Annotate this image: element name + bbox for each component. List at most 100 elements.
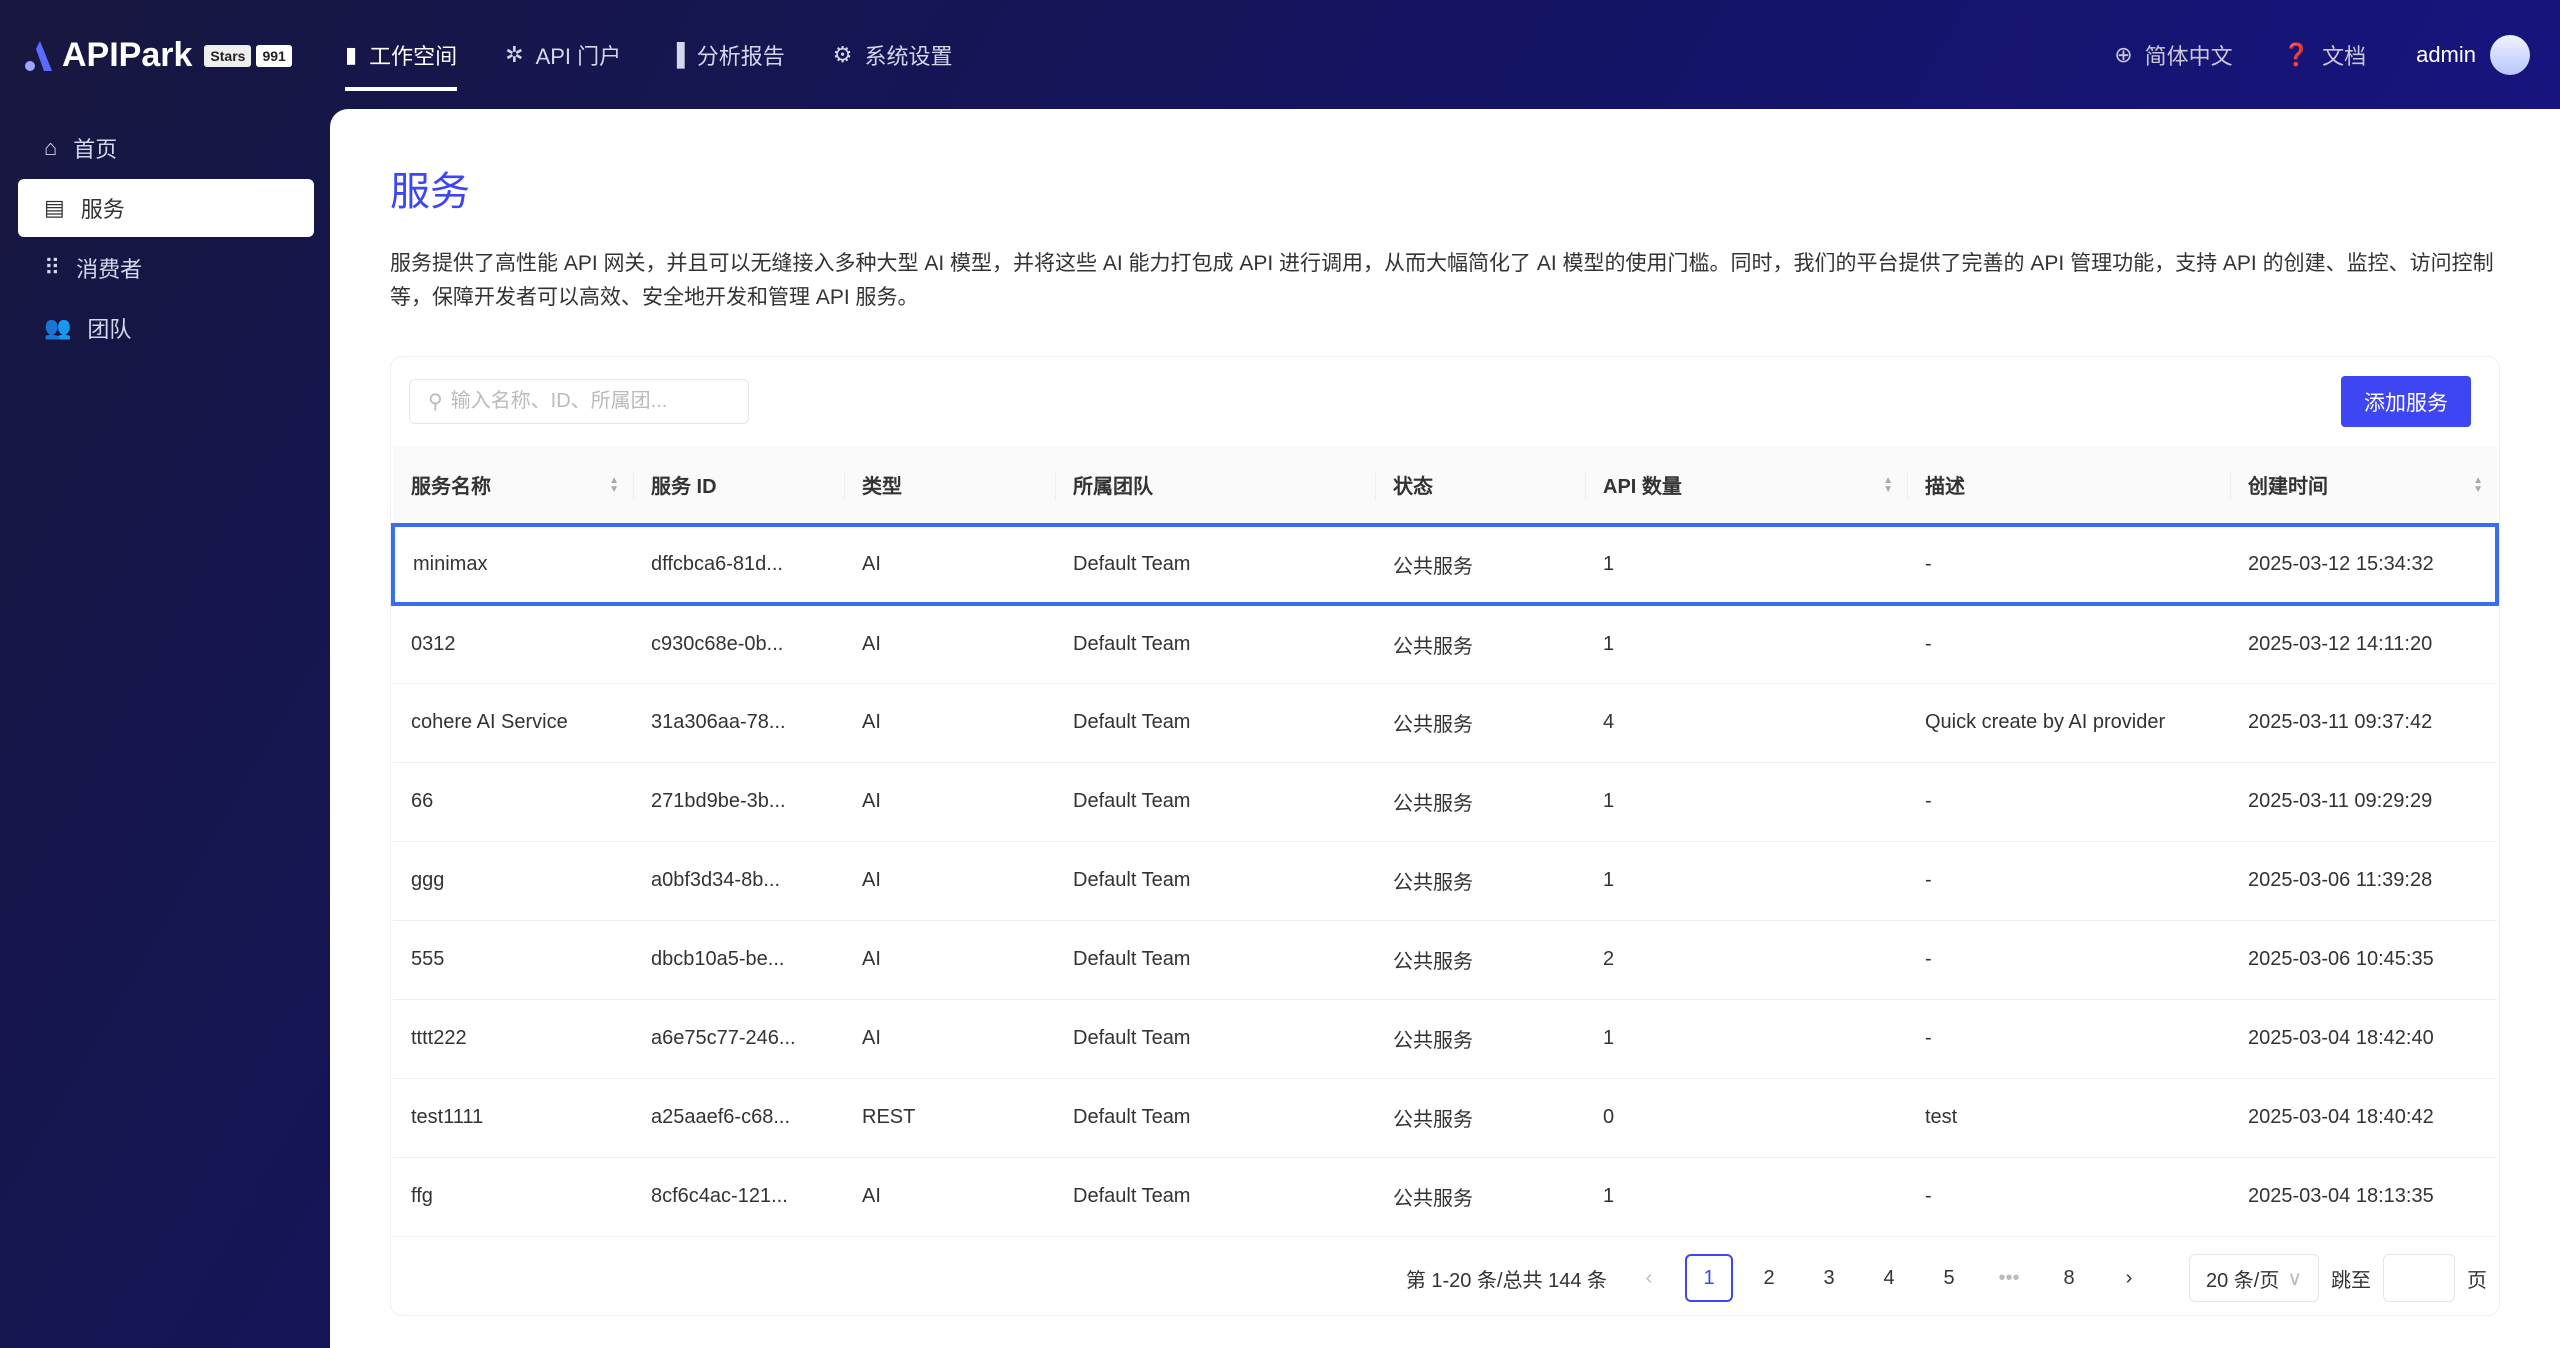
nav-workspace[interactable]: ▮ 工作空间 [345, 0, 458, 109]
add-service-button[interactable]: 添加服务 [2341, 376, 2471, 427]
table-cell: dffcbca6-81d... [633, 523, 844, 606]
table-cell: 公共服务 [1375, 1078, 1585, 1158]
table-cell: tttt222 [393, 999, 633, 1079]
table-row[interactable]: cohere AI Service 31a306aa-78... AI Default… [393, 683, 2497, 763]
table-cell: AI [844, 604, 1055, 684]
table-cell: 公共服务 [1375, 683, 1585, 763]
sort-icon[interactable]: ▲ ▼ [2473, 476, 2483, 495]
table-cell: 66 [393, 762, 633, 842]
table-cell: Default Team [1055, 683, 1375, 763]
sidebar-item-teams[interactable]: 👥 团队 [18, 299, 314, 357]
chart-icon: ▐ [669, 41, 685, 67]
table-cell: 1 [1585, 523, 1907, 606]
globe-icon: ⊕ [2114, 41, 2133, 67]
page-button[interactable]: 2 [1745, 1254, 1793, 1302]
nav-api-portal[interactable]: ✲ API 门户 [505, 0, 621, 109]
sidebar-item-consumers[interactable]: ⠿ 消费者 [18, 239, 314, 297]
table-row[interactable]: ggg a0bf3d34-8b... AI Default Team 公共服务 1-202… [393, 841, 2497, 921]
table-cell: 2025-03-12 14:11:20 [2230, 604, 2497, 684]
table-cell: 1 [1585, 999, 1907, 1079]
table-cell: 公共服务 [1375, 604, 1585, 684]
table-row[interactable]: test1111 a25aaef6-c68... REST Default Team 公… [393, 1078, 2497, 1158]
service-icon: ▤ [44, 195, 65, 220]
nav-label: 分析报告 [696, 43, 785, 69]
nav-settings[interactable]: ⚙ 系统设置 [833, 0, 953, 109]
nav-analytics[interactable]: ▐ 分析报告 [669, 0, 785, 109]
more-pages-icon[interactable]: ••• [1985, 1254, 2033, 1302]
pagination-summary: 第 1-20 条/总共 144 条 [1405, 1269, 1607, 1292]
table-cell: dbcb10a5-be... [633, 920, 844, 1000]
github-stars-badge[interactable]: Stars 991 [204, 44, 292, 67]
search-box[interactable]: ⚲ [409, 379, 749, 424]
page-button[interactable]: 3 [1805, 1254, 1853, 1302]
table-cell: 2025-03-11 09:37:42 [2230, 683, 2497, 763]
table-cell: AI [844, 999, 1055, 1079]
table-row[interactable]: 555 dbcb10a5-be... AI Default Team 公共服务 2-202… [393, 920, 2497, 1000]
nav-label: 工作空间 [369, 43, 458, 69]
page-button[interactable]: 1 [1685, 1254, 1733, 1302]
sidebar-item-label: 团队 [87, 317, 132, 342]
next-page-button[interactable]: › [2105, 1254, 2153, 1302]
table-cell: 公共服务 [1375, 920, 1585, 1000]
docs-label: 文档 [2322, 43, 2367, 69]
column-header: 服务 ID [633, 446, 844, 526]
table-row[interactable]: tttt222 a6e75c77-246... AI Default Team 公共服务… [393, 999, 2497, 1079]
column-label: 服务名称 [411, 476, 491, 498]
table-row[interactable]: minimax dffcbca6-81d... AI Default Team 公共服务… [391, 523, 2499, 606]
column-divider [633, 472, 634, 500]
table-cell: 555 [393, 920, 633, 1000]
sidebar-item-home[interactable]: ⌂ 首页 [18, 119, 314, 177]
page-button[interactable]: 8 [2045, 1254, 2093, 1302]
user-menu[interactable]: admin [2416, 34, 2530, 75]
top-bar: APIPark Stars 991 ▮ 工作空间 ✲ API 门户 ▐ 分析报告 ⚙ 系统… [0, 0, 2560, 109]
page-button[interactable]: 4 [1865, 1254, 1913, 1302]
column-label: 创建时间 [2248, 476, 2328, 498]
language-switch[interactable]: ⊕ 简体中文 [2114, 39, 2232, 71]
page-suffix: 页 [2467, 1269, 2487, 1292]
sidebar: ⌂ 首页 ▤ 服务 ⠿ 消费者 👥 团队 [18, 119, 314, 359]
page-title: 服务 [390, 170, 470, 214]
docs-link[interactable]: ❓ 文档 [2283, 39, 2366, 71]
search-input[interactable] [450, 390, 731, 413]
table-cell: 公共服务 [1375, 1157, 1585, 1237]
column-header[interactable]: 服务名称 ▲ ▼ [393, 446, 633, 526]
table-row[interactable]: 66 271bd9be-3b... AI Default Team 公共服务 1-2025… [393, 762, 2497, 842]
table-cell: REST [844, 1078, 1055, 1158]
column-header: 描述 [1907, 446, 2230, 526]
column-header: 所属团队 [1055, 446, 1375, 526]
table-cell: 2025-03-11 09:29:29 [2230, 762, 2497, 842]
table-row[interactable]: 0312 c930c68e-0b... AI Default Team 公共服务 1-20… [393, 604, 2497, 684]
sidebar-item-services[interactable]: ▤ 服务 [18, 179, 314, 237]
page-description: 服务提供了高性能 API 网关，并且可以无缝接入多种大型 AI 模型，并将这些 … [390, 252, 2494, 309]
grid-icon: ⠿ [44, 255, 61, 280]
table-cell: test [1907, 1078, 2230, 1158]
workspace-icon: ▮ [345, 41, 358, 67]
team-icon: 👥 [44, 315, 72, 340]
column-label: 类型 [862, 476, 902, 498]
table-cell: Default Team [1055, 762, 1375, 842]
column-divider [2230, 472, 2231, 500]
prev-page-button[interactable]: ‹ [1625, 1254, 1673, 1302]
chevron-down-icon: ∨ [2287, 1267, 2302, 1290]
page-size-select[interactable]: 20 条/页 ∨ [2189, 1254, 2319, 1302]
column-header[interactable]: 创建时间 ▲ ▼ [2230, 446, 2497, 526]
logo[interactable]: APIPark Stars 991 [22, 36, 292, 75]
table-cell: ffg [393, 1157, 633, 1237]
stars-label: Stars [204, 44, 252, 67]
avatar [2490, 34, 2530, 75]
table-cell: 2025-03-04 18:42:40 [2230, 999, 2497, 1079]
page-size-value: 20 条/页 [2206, 1269, 2280, 1292]
column-header[interactable]: API 数量 ▲ ▼ [1585, 446, 1907, 526]
table-cell: AI [844, 1157, 1055, 1237]
sort-icon[interactable]: ▲ ▼ [1883, 476, 1893, 495]
sort-icon[interactable]: ▲ ▼ [609, 476, 619, 495]
table-cell: Default Team [1055, 999, 1375, 1079]
jump-page-input[interactable] [2383, 1254, 2455, 1302]
column-label: 描述 [1925, 476, 1965, 498]
home-icon: ⌂ [44, 135, 58, 160]
table-row[interactable]: ffg 8cf6c4ac-121... AI Default Team 公共服务 1-20… [393, 1157, 2497, 1237]
column-header: 类型 [844, 446, 1055, 526]
page-button[interactable]: 5 [1925, 1254, 1973, 1302]
table-cell: AI [844, 920, 1055, 1000]
table-cell: a0bf3d34-8b... [633, 841, 844, 921]
